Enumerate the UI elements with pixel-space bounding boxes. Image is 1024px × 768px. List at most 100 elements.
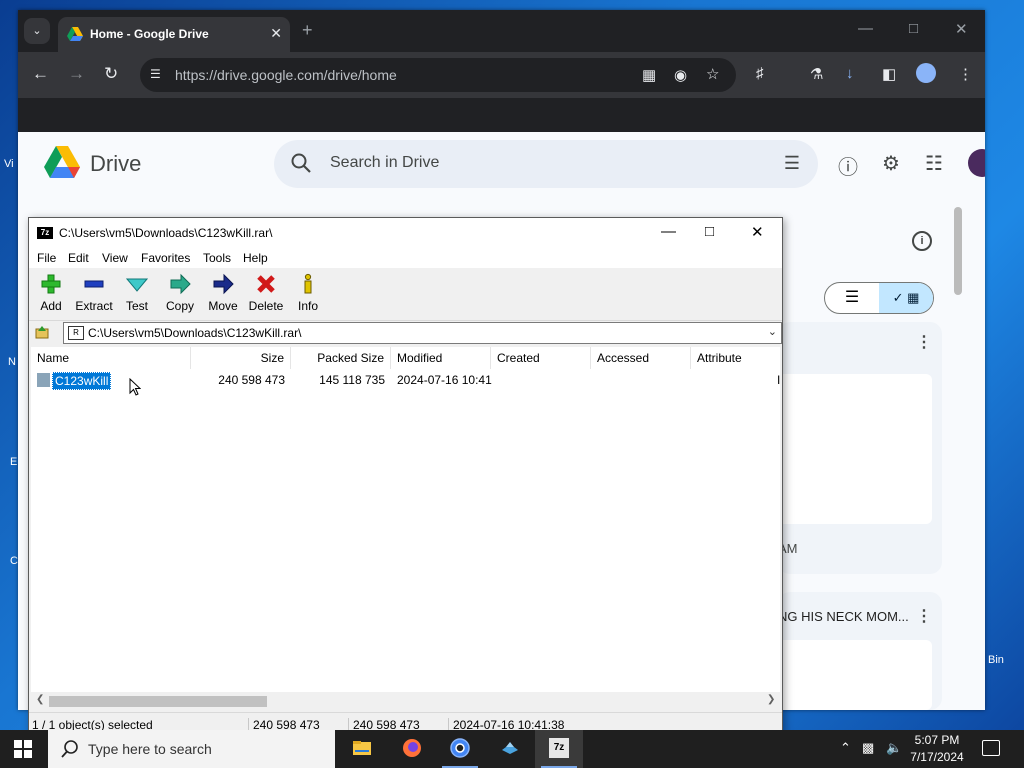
desktop-icon-label[interactable]: C [10, 555, 18, 567]
maximize-icon[interactable]: □ [705, 223, 714, 240]
star-icon[interactable]: ☆ [706, 65, 719, 83]
flask-icon[interactable]: ⚗ [810, 65, 823, 83]
address-bar[interactable]: ☰ https://drive.google.com/drive/home ▦ … [140, 58, 736, 92]
extensions-icon[interactable]: ♯ [756, 65, 764, 82]
column-packed-size[interactable]: Packed Size [291, 347, 391, 369]
site-settings-icon[interactable]: ☰ [150, 67, 166, 81]
chevron-down-icon[interactable]: ⌄ [768, 325, 777, 338]
table-row[interactable]: C123wKill 240 598 473 145 118 735 2024-0… [31, 369, 780, 391]
taskbar-app[interactable] [486, 730, 534, 768]
close-window-icon[interactable]: ✕ [955, 20, 968, 38]
new-tab-button[interactable]: + [302, 20, 313, 41]
tab-search-button[interactable]: ⌄ [24, 18, 50, 44]
avatar[interactable] [968, 149, 985, 177]
test-button[interactable]: Test [119, 268, 155, 318]
delete-button[interactable]: Delete [247, 268, 285, 318]
add-button[interactable]: Add [33, 268, 69, 318]
file-card[interactable]: NG HIS NECK MOM... ⋮ [778, 592, 942, 710]
menu-icon[interactable]: ⋮ [958, 65, 973, 83]
delete-label: Delete [248, 299, 284, 313]
menu-help[interactable]: Help [243, 251, 268, 265]
list-view-icon[interactable]: ☰ [825, 283, 879, 313]
scroll-left-icon[interactable]: ❮ [36, 694, 44, 705]
gear-icon[interactable]: ⚙ [882, 151, 900, 176]
download-icon[interactable]: ↓ [846, 65, 854, 82]
menu-tools[interactable]: Tools [203, 251, 231, 265]
scroll-right-icon[interactable]: ❯ [767, 694, 775, 705]
taskbar-file-explorer[interactable] [338, 730, 386, 768]
file-thumbnail [778, 640, 932, 710]
column-attributes[interactable]: Attribute [691, 347, 780, 369]
page-scrollbar[interactable] [954, 207, 962, 295]
eye-off-icon[interactable]: ◉ [674, 66, 687, 84]
menu-favorites[interactable]: Favorites [141, 251, 190, 265]
scrollbar-thumb[interactable] [49, 696, 267, 707]
minimize-icon[interactable]: — [858, 20, 873, 37]
taskbar-chrome[interactable] [436, 730, 484, 768]
forward-icon[interactable]: → [68, 64, 85, 84]
reload-icon[interactable]: ↻ [104, 64, 118, 84]
desktop-icon-label[interactable]: Vi [4, 158, 14, 170]
info-label: Info [297, 299, 318, 313]
url-text[interactable]: https://drive.google.com/drive/home [175, 67, 397, 83]
path-field[interactable]: R C:\Users\vm5\Downloads\C123wKill.rar\ … [63, 322, 782, 344]
close-tab-icon[interactable]: ✕ [270, 25, 282, 42]
network-icon[interactable]: ▩ [862, 740, 874, 756]
google-drive-logo-icon[interactable] [44, 146, 80, 178]
column-modified[interactable]: Modified [391, 347, 491, 369]
minimize-icon[interactable]: — [661, 223, 676, 240]
menu-edit[interactable]: Edit [68, 251, 89, 265]
grid-view-icon[interactable]: ✓ ▦ [879, 283, 933, 313]
profile-icon[interactable] [916, 63, 936, 83]
menu-file[interactable]: File [37, 251, 56, 265]
help-icon[interactable]: ⓘ [838, 151, 858, 180]
extract-button[interactable]: Extract [71, 268, 117, 318]
desktop-icon-label[interactable]: E [10, 456, 17, 468]
search-options-icon[interactable]: ☰ [784, 153, 800, 174]
more-options-icon[interactable]: ⋮ [916, 606, 932, 626]
maximize-icon[interactable]: □ [909, 20, 918, 37]
move-button[interactable]: Move [205, 268, 241, 318]
taskbar-search[interactable]: Type here to search [48, 730, 335, 768]
tab-google-drive[interactable]: Home - Google Drive ✕ [58, 17, 290, 52]
sevenzip-titlebar[interactable]: 7z C:\Users\vm5\Downloads\C123wKill.rar\… [29, 218, 782, 248]
apps-grid-icon[interactable]: ☷ [925, 151, 943, 176]
chevron-up-icon[interactable]: ⌃ [840, 740, 851, 756]
more-options-icon[interactable]: ⋮ [916, 332, 932, 352]
column-size[interactable]: Size [191, 347, 291, 369]
column-created[interactable]: Created [491, 347, 591, 369]
horizontal-scrollbar[interactable]: ❮ ❯ [31, 693, 780, 710]
search-icon [61, 740, 78, 758]
side-panel-icon[interactable]: ◧ [882, 65, 896, 83]
windows-start-icon[interactable] [14, 740, 32, 758]
column-name[interactable]: Name [31, 347, 191, 369]
folder-up-icon[interactable] [35, 325, 49, 339]
close-window-icon[interactable]: ✕ [751, 223, 764, 241]
install-app-icon[interactable]: ▦ [642, 66, 656, 84]
tab-title: Home - Google Drive [90, 27, 209, 41]
desktop-icon-label[interactable]: N [8, 356, 16, 368]
file-card[interactable]: ⋮ AM [778, 322, 942, 574]
speaker-muted-icon[interactable]: 🔈 [886, 740, 902, 756]
copy-button[interactable]: Copy [161, 268, 199, 318]
search-icon[interactable] [290, 152, 312, 174]
taskbar-firefox[interactable] [388, 730, 436, 768]
info-icon[interactable]: i [912, 231, 932, 251]
column-accessed[interactable]: Accessed [591, 347, 691, 369]
back-icon[interactable]: ← [32, 64, 49, 84]
drive-search-bar[interactable]: Search in Drive ☰ [274, 140, 818, 188]
extract-label: Extract [75, 299, 113, 313]
file-name[interactable]: C123wKill [52, 372, 112, 390]
system-clock[interactable]: 5:07 PM 7/17/2024 [906, 732, 968, 766]
path-text: C:\Users\vm5\Downloads\C123wKill.rar\ [88, 326, 302, 340]
info-button[interactable]: Info [291, 268, 325, 318]
recycle-bin-label[interactable]: Bin [988, 654, 1004, 666]
file-thumbnail [778, 374, 932, 524]
menu-view[interactable]: View [102, 251, 128, 265]
move-label: Move [208, 299, 238, 313]
taskbar-7zip[interactable]: 7z [535, 730, 583, 768]
notification-icon[interactable] [982, 740, 1000, 756]
file-attributes: I [777, 373, 781, 387]
folder-icon [353, 741, 371, 755]
add-label: Add [40, 299, 62, 313]
